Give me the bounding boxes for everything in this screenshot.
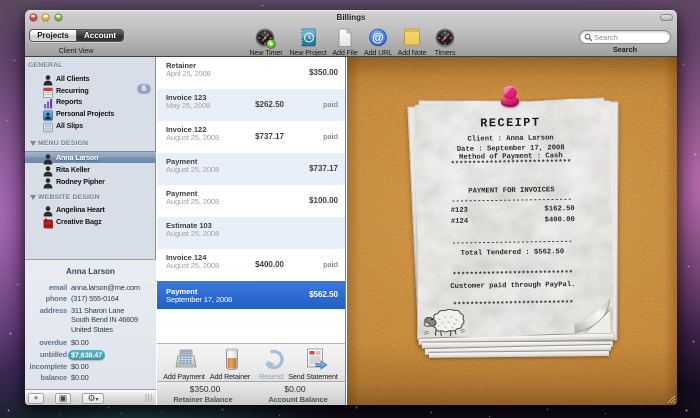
- svg-text:@: @: [372, 31, 384, 45]
